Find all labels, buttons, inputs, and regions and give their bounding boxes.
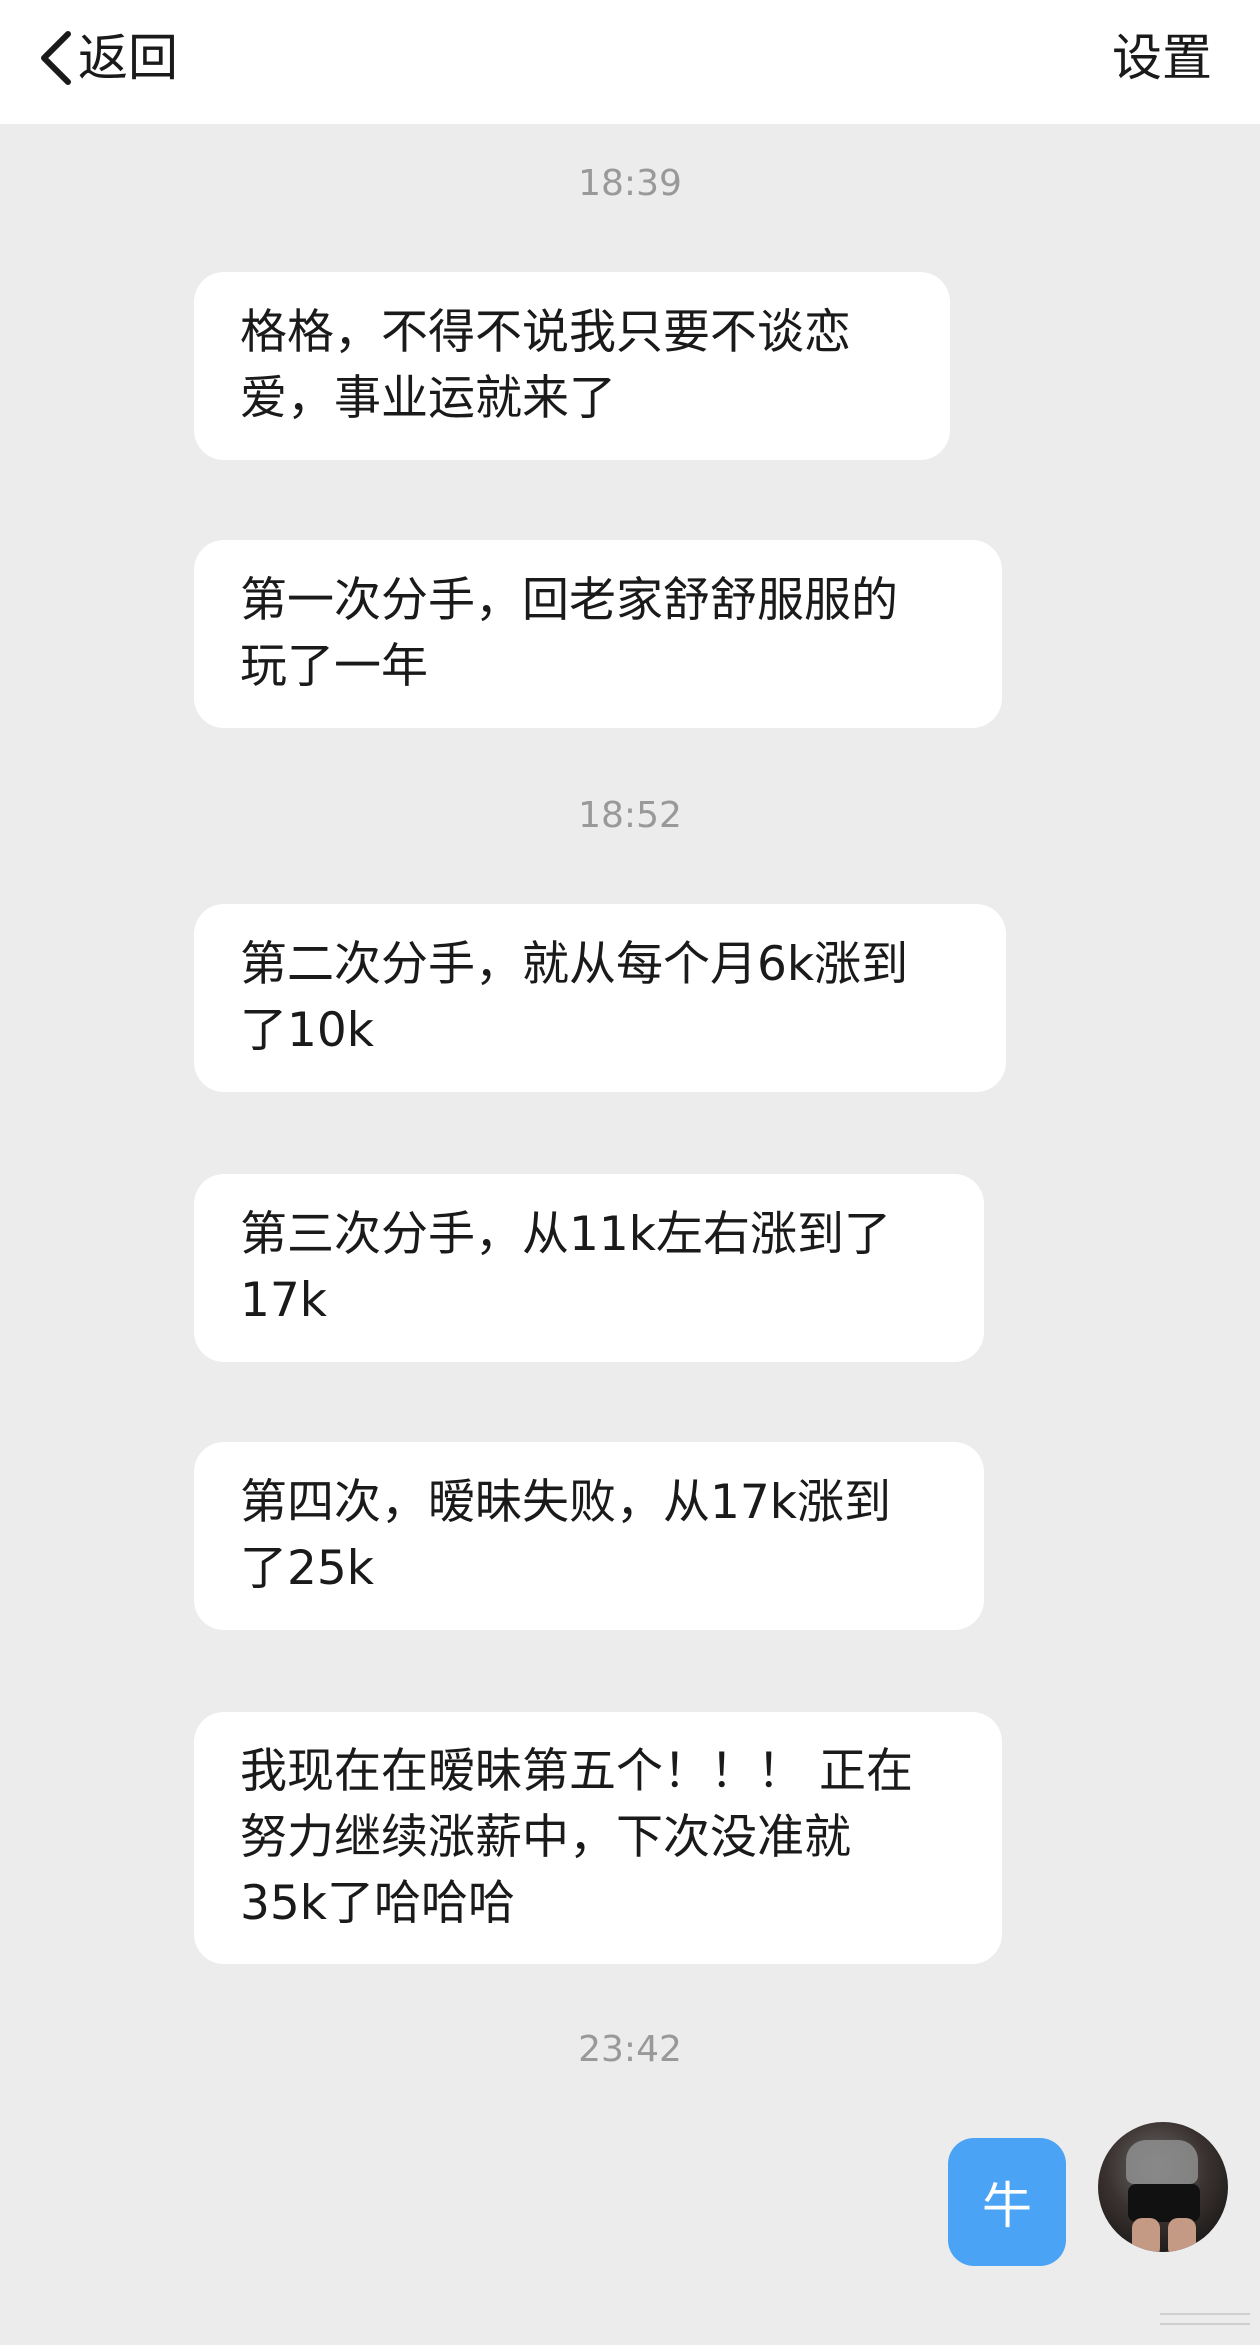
user-avatar[interactable] — [1098, 2122, 1228, 2252]
bottom-edge-marker — [1160, 2313, 1250, 2325]
chevron-left-icon — [41, 31, 71, 85]
message-bubble-incoming[interactable]: 我现在在暧昧第五个！！！ 正在 努力继续涨薪中，下次没准就 35k了哈哈哈 — [194, 1712, 1002, 1964]
timestamp: 18:39 — [578, 163, 682, 204]
message-bubble-incoming[interactable]: 第四次，暧昧失败，从17k涨到 了25k — [194, 1442, 984, 1630]
message-bubble-incoming[interactable]: 第二次分手，就从每个月6k涨到 了10k — [194, 904, 1006, 1092]
back-button[interactable]: 返回 — [38, 18, 178, 98]
timestamp: 23:42 — [578, 2029, 682, 2070]
chat-history[interactable]: 18:39 格格，不得不说我只要不谈恋 爱，事业运就来了 第一次分手，回老家舒舒… — [0, 124, 1260, 2345]
settings-button[interactable]: 设置 — [1112, 18, 1212, 98]
back-label: 返回 — [78, 29, 178, 87]
avatar-leg — [1168, 2218, 1196, 2252]
avatar-shorts — [1128, 2184, 1200, 2222]
message-bubble-incoming[interactable]: 格格，不得不说我只要不谈恋 爱，事业运就来了 — [194, 272, 950, 460]
avatar-leg — [1132, 2218, 1160, 2252]
top-navigation-bar: 返回 设置 — [0, 0, 1260, 124]
timestamp: 18:52 — [578, 795, 682, 836]
message-bubble-incoming[interactable]: 第三次分手，从11k左右涨到了 17k — [194, 1174, 984, 1362]
message-bubble-incoming[interactable]: 第一次分手，回老家舒舒服服的 玩了一年 — [194, 540, 1002, 728]
message-bubble-outgoing[interactable]: 牛 — [948, 2138, 1066, 2266]
avatar-shirt — [1126, 2140, 1198, 2184]
